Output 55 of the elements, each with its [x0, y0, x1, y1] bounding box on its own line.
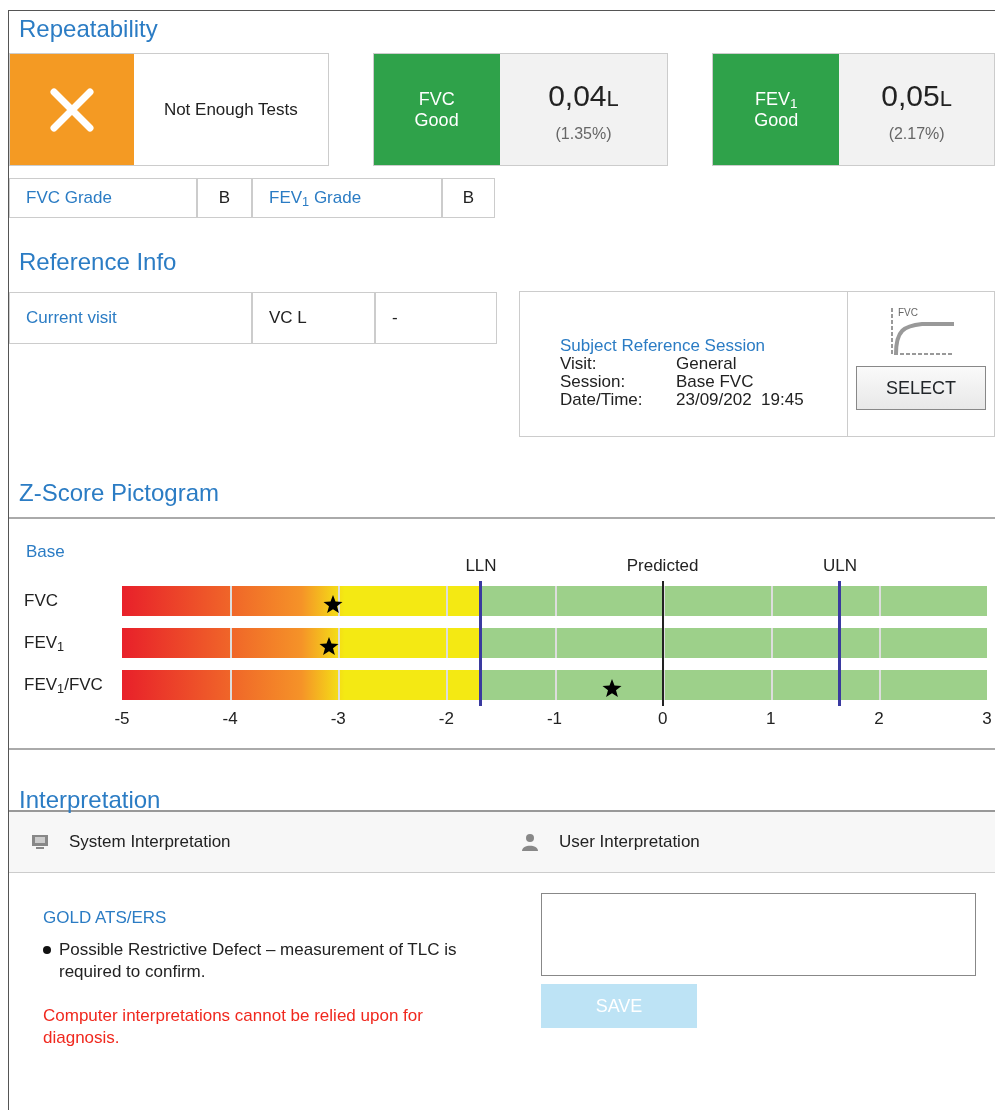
marker-label: Predicted	[626, 557, 699, 574]
measure-value: 0,04L	[548, 78, 619, 114]
grade-value: B	[197, 178, 252, 218]
parameter-cell: VC L	[252, 292, 375, 344]
close-icon	[50, 87, 94, 132]
quality-label: Good	[754, 109, 799, 131]
scale-label: 3	[982, 708, 992, 730]
marker-label: LLN	[465, 557, 497, 574]
scale-label: -2	[438, 708, 454, 730]
section-heading: Repeatability	[18, 14, 159, 44]
session-title: Subject Reference Session	[560, 337, 767, 356]
section-heading: Z-Score Pictogram	[18, 478, 221, 508]
standard-label: GOLD ATS/ERS	[43, 907, 168, 929]
scale-label: -1	[546, 708, 563, 730]
section-heading: Interpretation	[18, 785, 162, 815]
value-cell: -	[375, 292, 497, 344]
scale-label: -4	[222, 708, 238, 730]
finding-text: Possible Restrictive Defect – measurement of TLC is required to confirm.	[59, 938, 458, 983]
row-label: FEV$_{1}$/FVC	[24, 675, 103, 695]
marker-label: ULN	[822, 557, 857, 574]
grade-label: FEV$_{1}$ Grade	[269, 187, 362, 211]
field-value: 23/09/202 19:45	[676, 390, 804, 409]
warning-text: Computer interpretations cannot be relied upon for diagnosis.	[43, 1004, 424, 1049]
grade-label: FVC Grade	[26, 187, 112, 210]
measure-label: FVC	[418, 88, 455, 110]
scale-title: Base	[26, 541, 65, 563]
field-value: Base FVC	[676, 373, 754, 391]
percent-text: (1.35%)	[555, 124, 612, 144]
scale-label: 2	[874, 708, 884, 730]
select-button[interactable]: SELECT	[856, 366, 986, 410]
measure-value: 0,05L	[881, 78, 952, 114]
scale-label: -3	[330, 708, 346, 730]
monitor-icon	[31, 834, 49, 850]
scale-label: 1	[766, 708, 776, 730]
field-label: Visit:	[560, 355, 598, 373]
row-label: FVC	[24, 591, 58, 611]
field-value: General	[676, 355, 737, 373]
status-text: Not Enough Tests	[163, 98, 298, 121]
scale-label: -5	[114, 708, 130, 730]
person-icon	[521, 833, 539, 851]
quality-label: Good	[414, 109, 459, 131]
field-label: Date/Time:	[560, 390, 644, 409]
field-label: Session:	[560, 373, 627, 391]
section-heading: Reference Info	[18, 247, 178, 277]
scale-label: 0	[657, 708, 668, 730]
bullet-icon	[43, 945, 51, 954]
icon-label: FVC	[898, 307, 918, 318]
interpretation-tab[interactable]: System Interpretation	[31, 829, 521, 855]
percent-text: (2.17%)	[888, 124, 945, 144]
row-label: FEV$_{1}$	[24, 633, 65, 653]
visit-label: Current visit	[9, 292, 252, 344]
interpretation-input[interactable]	[541, 893, 976, 976]
grade-value: B	[442, 178, 495, 218]
interpretation-tab[interactable]: User Interpretation	[521, 829, 941, 855]
measure-label: FEV$_{1}$	[755, 88, 798, 110]
